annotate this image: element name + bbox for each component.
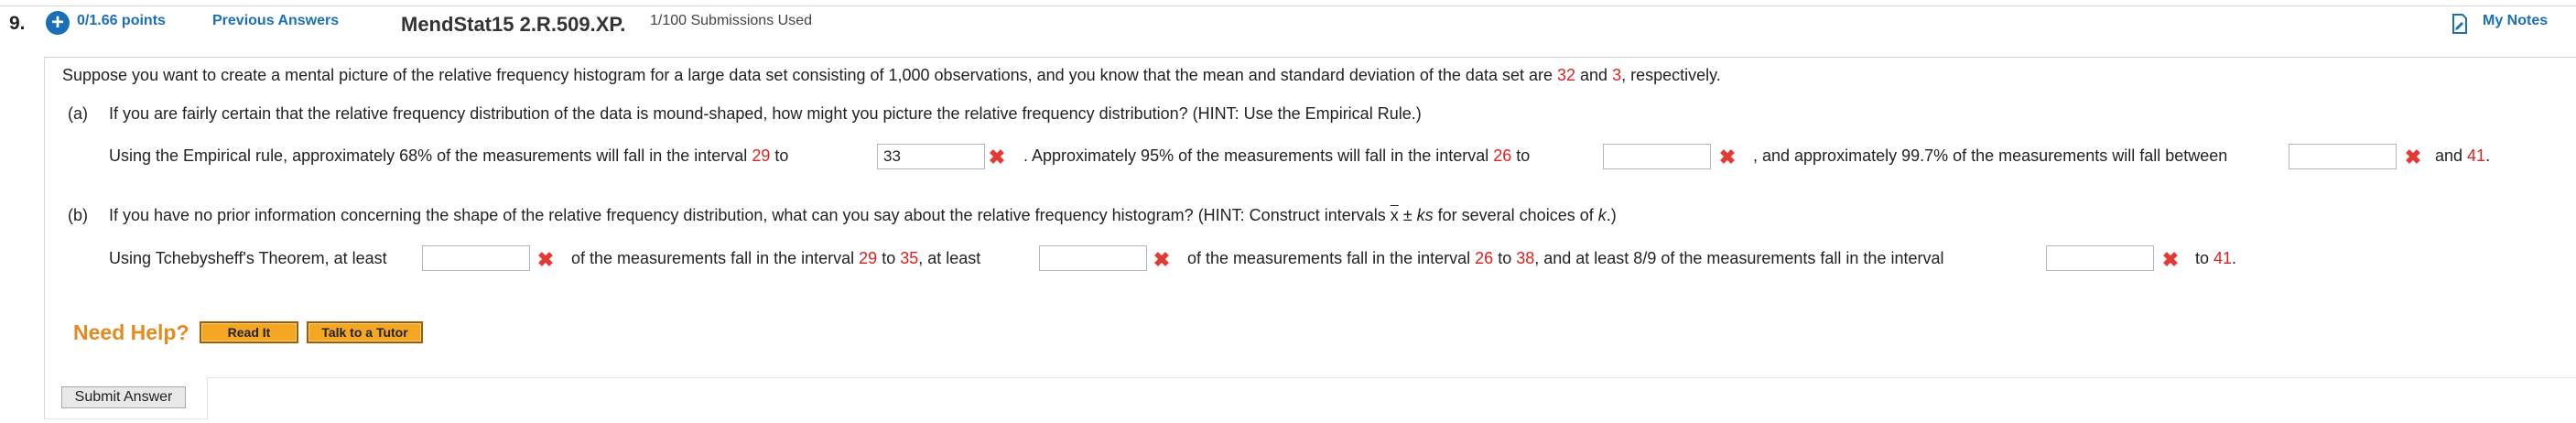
intro-text: Suppose you want to create a mental pict… — [62, 66, 1721, 84]
note-icon[interactable] — [2452, 14, 2468, 34]
part-a-value-41: 41 — [2467, 146, 2486, 165]
part-b-label: (b) — [68, 206, 88, 224]
previous-answers-link[interactable]: Previous Answers — [212, 13, 339, 29]
part-b-sentence-4: to 41. — [2195, 249, 2237, 267]
part-b-sentence-1: Using Tchebysheff's Theorem, at least — [109, 249, 387, 267]
incorrect-x-icon: ✖ — [1153, 248, 1171, 271]
part-b-question: If you have no prior information concern… — [109, 206, 1617, 224]
part-a-sentence-1: Using the Empirical rule, approximately … — [109, 146, 789, 165]
part-a-label: (a) — [68, 104, 88, 123]
part-a-value-29: 29 — [752, 146, 771, 165]
x-bar-symbol: x — [1390, 206, 1399, 224]
part-b-value-35: 35 — [900, 249, 919, 267]
incorrect-x-icon: ✖ — [1718, 146, 1737, 168]
header-divider — [44, 57, 2576, 58]
part-a-sentence-2: . Approximately 95% of the measurements … — [1023, 146, 1531, 165]
part-b-value-26: 26 — [1475, 249, 1494, 267]
incorrect-x-icon: ✖ — [536, 248, 555, 271]
part-a-input-1[interactable] — [877, 144, 985, 169]
submit-answer-button[interactable]: Submit Answer — [61, 386, 186, 408]
part-b-sentence-2: of the measurements fall in the interval… — [571, 249, 981, 267]
part-a-sentence-3: , and approximately 99.7% of the measure… — [1753, 146, 2228, 165]
question-code: MendStat15 2.R.509.XP. — [401, 13, 626, 36]
part-b-sentence-3: of the measurements fall in the interval… — [1187, 249, 1944, 267]
bottom-divider — [207, 377, 2576, 378]
talk-to-tutor-button[interactable]: Talk to a Tutor — [307, 321, 423, 343]
part-b-input-2[interactable] — [1039, 245, 1147, 271]
part-a-value-26: 26 — [1493, 146, 1512, 165]
part-a-sentence-4: and 41. — [2435, 146, 2491, 165]
incorrect-x-icon: ✖ — [2404, 146, 2422, 168]
question-left-border — [44, 57, 45, 418]
read-it-button[interactable]: Read It — [200, 321, 298, 343]
my-notes-link[interactable]: My Notes — [2483, 13, 2548, 29]
part-b-value-38: 38 — [1516, 249, 1535, 267]
top-divider — [0, 5, 2576, 6]
part-a-question: If you are fairly certain that the relat… — [109, 104, 1422, 123]
part-a-input-2[interactable] — [1603, 144, 1711, 169]
part-b-value-41: 41 — [2213, 249, 2233, 267]
plus-circle-icon[interactable]: + — [46, 11, 70, 35]
incorrect-x-icon: ✖ — [988, 146, 1006, 168]
sd-value: 3 — [1612, 66, 1622, 84]
mean-value: 32 — [1557, 66, 1576, 84]
part-b-input-3[interactable] — [2046, 245, 2154, 271]
question-number: 9. — [9, 13, 26, 34]
part-b-input-1[interactable] — [422, 245, 530, 271]
submissions-used: 1/100 Submissions Used — [650, 13, 812, 28]
part-a-input-3[interactable] — [2289, 144, 2397, 169]
incorrect-x-icon: ✖ — [2161, 248, 2180, 271]
need-help-label: Need Help? — [73, 320, 189, 344]
points-link[interactable]: 0/1.66 points — [77, 13, 166, 29]
part-b-value-29: 29 — [859, 249, 878, 267]
